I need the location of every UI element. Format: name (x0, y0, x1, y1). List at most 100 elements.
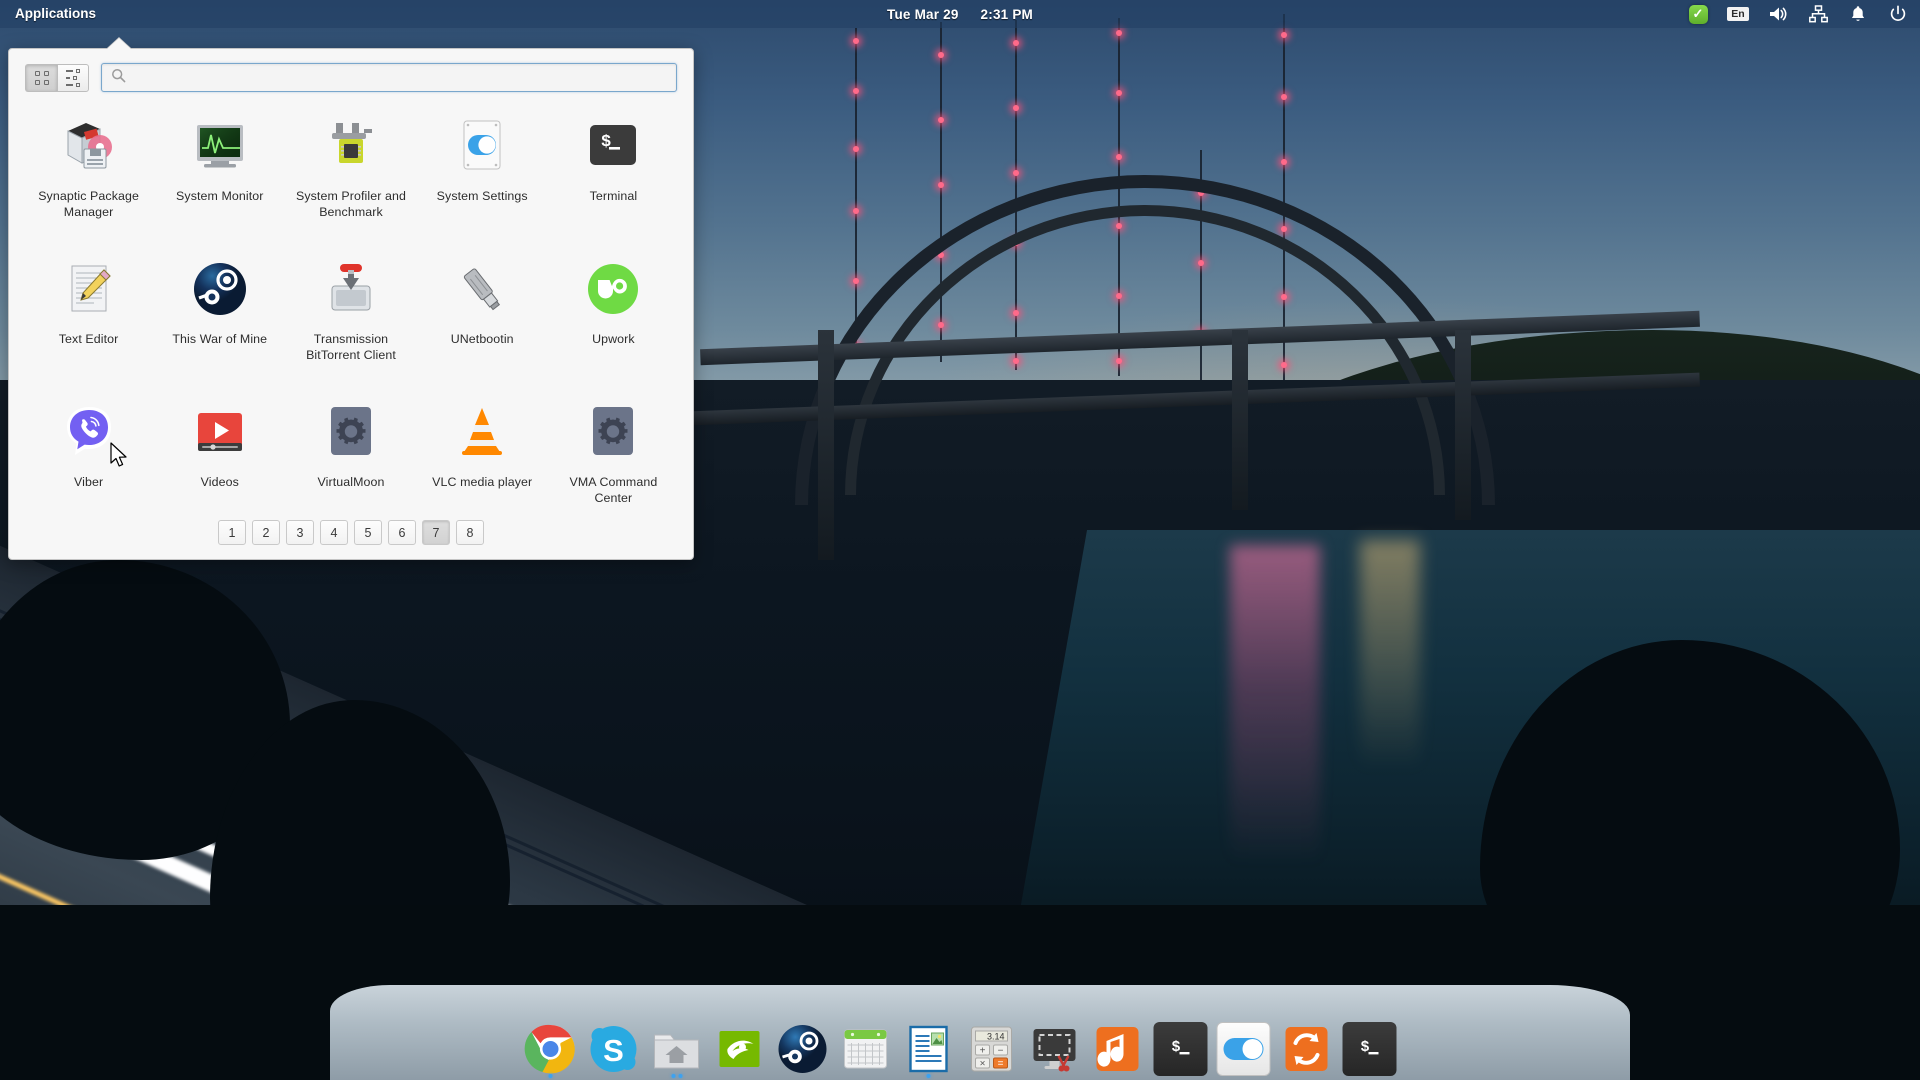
system-settings-icon (450, 114, 514, 178)
sync-refresh-icon (1280, 1022, 1334, 1076)
search-icon (111, 68, 126, 88)
gear-icon (319, 400, 383, 464)
page-button-2[interactable]: 2 (252, 520, 280, 545)
terminal-icon: $ (1342, 1022, 1397, 1076)
home-folder-icon (650, 1022, 704, 1076)
dock-item-skype[interactable]: S (587, 1014, 641, 1076)
toggle-pill (1223, 1038, 1264, 1060)
app-label: System Profiler and Benchmark (295, 189, 406, 219)
notification-bell-icon[interactable] (1848, 4, 1868, 24)
update-manager-icon[interactable]: ✓ (1688, 4, 1708, 24)
dock-item-terminal[interactable]: $ (1153, 1014, 1208, 1076)
menu-pointer-arrow (107, 38, 131, 49)
app-item-synaptic-package-manager[interactable]: Synaptic Package Manager (23, 104, 154, 247)
upwork-icon (581, 257, 645, 321)
applications-menu-button[interactable]: Applications (4, 3, 107, 25)
app-item-unetbootin[interactable]: UNetbootin (417, 247, 548, 390)
application-grid: Synaptic Package Manager System Monitor (9, 100, 693, 533)
app-label: Upwork (592, 332, 635, 346)
calculator-display: 3.14 (987, 1032, 1005, 1042)
applications-menu-popup: Synaptic Package Manager System Monitor (8, 38, 694, 560)
panel-clock[interactable]: Tue Mar 29 2:31 PM (0, 7, 1920, 22)
page-button-5[interactable]: 5 (354, 520, 382, 545)
dock-item-nvidia-settings[interactable] (713, 1014, 767, 1076)
update-check-badge: ✓ (1688, 4, 1708, 24)
usb-drive-icon (450, 257, 514, 321)
dock-item-libreoffice-writer[interactable] (902, 1014, 956, 1078)
app-item-system-monitor[interactable]: System Monitor (154, 104, 285, 247)
app-item-terminal[interactable]: $ Terminal (548, 104, 679, 247)
list-view-button[interactable] (57, 63, 89, 92)
system-profiler-icon (319, 114, 383, 178)
app-item-text-editor[interactable]: Text Editor (23, 247, 154, 390)
clock-date: Tue Mar 29 (887, 6, 959, 22)
app-item-vma-command-center[interactable]: VMA Command Center (548, 390, 679, 533)
top-panel: Applications Tue Mar 29 2:31 PM ✓ En (0, 0, 1920, 28)
system-monitor-icon (188, 114, 252, 178)
app-item-videos[interactable]: Videos (154, 390, 285, 533)
network-icon[interactable] (1808, 4, 1828, 24)
nvidia-icon (713, 1022, 767, 1076)
svg-text:$: $ (1361, 1039, 1370, 1056)
dock-item-update-manager[interactable] (1280, 1014, 1334, 1076)
page-button-6[interactable]: 6 (388, 520, 416, 545)
screenshot-icon (1028, 1022, 1082, 1076)
app-label: System Monitor (176, 189, 264, 203)
dock-item-steam[interactable] (776, 1014, 830, 1076)
running-indicator (926, 1074, 931, 1078)
terminal-glyph: $ (1342, 1022, 1397, 1076)
app-item-this-war-of-mine[interactable]: This War of Mine (154, 247, 285, 390)
calculator-icon: 3.14 + − × = (965, 1022, 1019, 1076)
app-item-transmission-bittorrent-client[interactable]: Transmission BitTorrent Client (285, 247, 416, 390)
search-box[interactable] (101, 63, 677, 92)
dock-item-file-manager[interactable] (650, 1014, 704, 1078)
clock-time: 2:31 PM (980, 6, 1033, 22)
app-label: VMA Command Center (569, 475, 658, 505)
keyboard-layout-icon[interactable]: En (1727, 4, 1749, 24)
dock-item-terminal-2[interactable]: $ (1342, 1014, 1397, 1076)
wallpaper-tower (853, 28, 859, 358)
app-item-virtualmoon[interactable]: VirtualMoon (285, 390, 416, 533)
dock-item-screenshot-tool[interactable] (1028, 1014, 1082, 1076)
app-label: VLC media player (432, 475, 533, 489)
vlc-cone-icon (450, 400, 514, 464)
wallpaper-bridge-pier (1232, 330, 1248, 510)
dock-item-calculator[interactable]: 3.14 + − × = (965, 1014, 1019, 1076)
wallpaper-bridge-pier (1455, 330, 1471, 520)
app-item-viber[interactable]: Viber (23, 390, 154, 533)
app-label: Videos (200, 475, 239, 489)
search-input[interactable] (133, 64, 676, 91)
volume-icon[interactable] (1768, 4, 1788, 24)
list-view-icon (66, 68, 80, 87)
viber-icon (57, 400, 121, 464)
running-indicator (548, 1074, 553, 1078)
terminal-glyph: $ (1153, 1022, 1208, 1076)
app-label: Synaptic Package Manager (38, 189, 139, 219)
power-icon[interactable] (1888, 4, 1908, 24)
app-item-upwork[interactable]: Upwork (548, 247, 679, 390)
page-button-1[interactable]: 1 (218, 520, 246, 545)
app-label: Viber (73, 475, 104, 489)
calendar-icon (839, 1022, 893, 1076)
dock-item-chrome[interactable] (524, 1014, 578, 1078)
dock-item-calendar[interactable] (839, 1014, 893, 1076)
app-item-system-settings[interactable]: System Settings (417, 104, 548, 247)
svg-text:×: × (980, 1059, 986, 1070)
grid-view-button[interactable] (25, 63, 57, 92)
page-button-8[interactable]: 8 (456, 520, 484, 545)
dock-item-system-settings[interactable] (1216, 1014, 1271, 1076)
page-button-4[interactable]: 4 (320, 520, 348, 545)
system-settings-icon (1216, 1022, 1271, 1076)
svg-text:+: + (980, 1046, 986, 1057)
page-button-7[interactable]: 7 (422, 520, 450, 545)
dock-item-music-player[interactable] (1091, 1014, 1145, 1076)
running-indicator (671, 1074, 682, 1078)
app-label: Transmission BitTorrent Client (306, 332, 396, 362)
steam-icon (776, 1022, 830, 1076)
app-item-vlc-media-player[interactable]: VLC media player (417, 390, 548, 533)
videos-icon (188, 400, 252, 464)
page-button-3[interactable]: 3 (286, 520, 314, 545)
terminal-icon: $ (581, 114, 645, 178)
app-item-system-profiler-and-benchmark[interactable]: System Profiler and Benchmark (285, 104, 416, 247)
text-editor-icon (57, 257, 121, 321)
